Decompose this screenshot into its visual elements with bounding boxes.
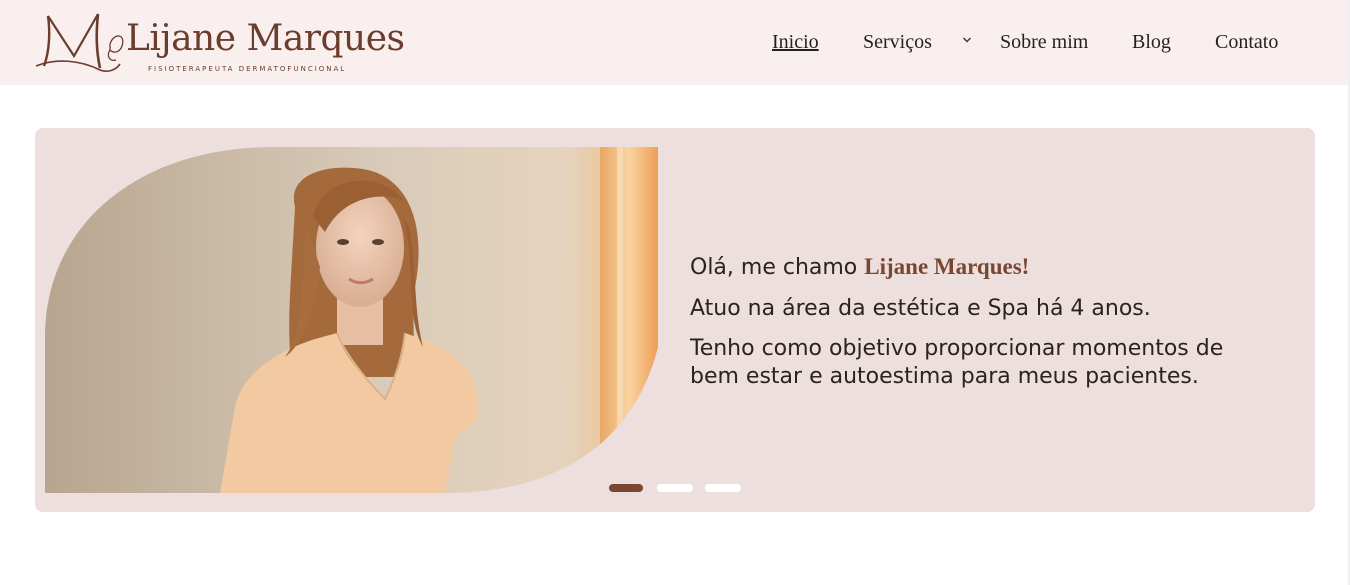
hero-intro: Olá, me chamo Lijane Marques! Atuo na ár… <box>690 252 1290 391</box>
nav-item-sobre-mim[interactable]: Sobre mim <box>1000 31 1088 54</box>
hero-name: Lijane Marques! <box>864 254 1030 279</box>
slider-dot-1[interactable] <box>609 484 643 492</box>
slider-dot-3[interactable] <box>705 484 741 492</box>
brand-name: Lijane Marques <box>126 18 405 59</box>
slider-dot-2[interactable] <box>657 484 693 492</box>
nav-item-blog[interactable]: Blog <box>1132 31 1171 54</box>
chevron-down-icon[interactable] <box>962 33 972 48</box>
nav-item-inicio[interactable]: Inicio <box>772 31 819 54</box>
brand-logo[interactable]: Lijane Marques FISIOTERAPEUTA DERMATOFUN… <box>36 10 405 76</box>
monogram-logo-icon <box>36 13 124 72</box>
hero-experience: Atuo na área da estética e Spa há 4 anos… <box>690 296 1151 321</box>
nav-item-contato[interactable]: Contato <box>1215 31 1278 54</box>
woman-portrait-photo <box>45 147 658 493</box>
hero-greeting: Olá, me chamo Lijane Marques! <box>690 252 1290 283</box>
brand-tagline: FISIOTERAPEUTA DERMATOFUNCIONAL <box>148 65 347 73</box>
hero-slider: Olá, me chamo Lijane Marques! Atuo na ár… <box>35 128 1315 512</box>
hero-greeting-prefix: Olá, me chamo <box>690 255 865 280</box>
nav-item-servicos[interactable]: Serviços <box>863 31 932 54</box>
site-header: Lijane Marques FISIOTERAPEUTA DERMATOFUN… <box>0 0 1350 85</box>
hero-objective: Tenho como objetivo proporcionar momento… <box>690 336 1224 389</box>
